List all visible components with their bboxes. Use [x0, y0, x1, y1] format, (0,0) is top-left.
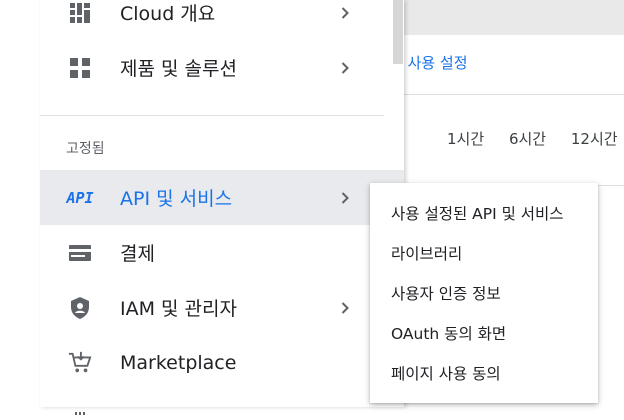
divider — [404, 94, 624, 95]
navigation-drawer: Cloud 개요 제품 및 솔루션 고정됨 API API 및 서비스 결제 I… — [40, 0, 404, 415]
nav-item-products-solutions[interactable]: 제품 및 솔루션 — [40, 40, 404, 95]
section-divider — [40, 115, 384, 116]
left-rail — [0, 0, 40, 407]
submenu-item-enabled-apis[interactable]: 사용 설정된 API 및 서비스 — [370, 193, 598, 233]
nav-item-label: 결제 — [120, 243, 155, 265]
time-tab-6h[interactable]: 6시간 — [509, 130, 546, 148]
chevron-right-icon — [341, 301, 349, 314]
nav-item-label: IAM 및 관리자 — [120, 298, 237, 320]
nav-item-label: 제품 및 솔루션 — [120, 58, 237, 80]
time-tab-1h[interactable]: 1시간 — [447, 130, 484, 148]
shield-icon — [68, 296, 92, 320]
nav-item-iam-admin[interactable]: IAM 및 관리자 — [40, 280, 404, 335]
submenu-item-credentials[interactable]: 사용자 인증 정보 — [370, 273, 598, 313]
chevron-right-icon — [341, 6, 349, 19]
submenu-item-page-usage-agreements[interactable]: 페이지 사용 동의 — [370, 353, 598, 393]
pinned-section-label: 고정됨 — [66, 141, 105, 157]
cart-icon — [68, 351, 92, 375]
nav-item-label: Marketplace — [120, 351, 237, 374]
nav-item-marketplace[interactable]: Marketplace — [40, 335, 404, 390]
api-icon: API — [66, 188, 94, 207]
nav-item-api-services[interactable]: API API 및 서비스 — [40, 170, 404, 225]
submenu-item-library[interactable]: 라이브러리 — [370, 233, 598, 273]
chevron-right-icon — [341, 191, 349, 204]
grid-icon — [68, 56, 92, 80]
billing-icon — [68, 241, 92, 265]
chevron-right-icon — [341, 61, 349, 74]
nav-item-label: API 및 서비스 — [120, 188, 233, 210]
time-tab-12h[interactable]: 12시간 — [571, 130, 618, 148]
dashboard-icon — [68, 1, 92, 25]
submenu-item-oauth-consent[interactable]: OAuth 동의 화면 — [370, 313, 598, 353]
drawer-scrollbar[interactable] — [393, 0, 403, 64]
api-services-submenu: 사용 설정된 API 및 서비스 라이브러리 사용자 인증 정보 OAuth 동… — [370, 183, 598, 403]
time-range-tabs: 1시간 6시간 12시간 — [447, 128, 624, 149]
nav-item-billing[interactable]: 결제 — [40, 225, 404, 280]
nav-item-cloud-overview[interactable]: Cloud 개요 — [40, 0, 404, 40]
nav-item-label: Cloud 개요 — [120, 3, 216, 25]
more-items-icon — [68, 402, 92, 415]
